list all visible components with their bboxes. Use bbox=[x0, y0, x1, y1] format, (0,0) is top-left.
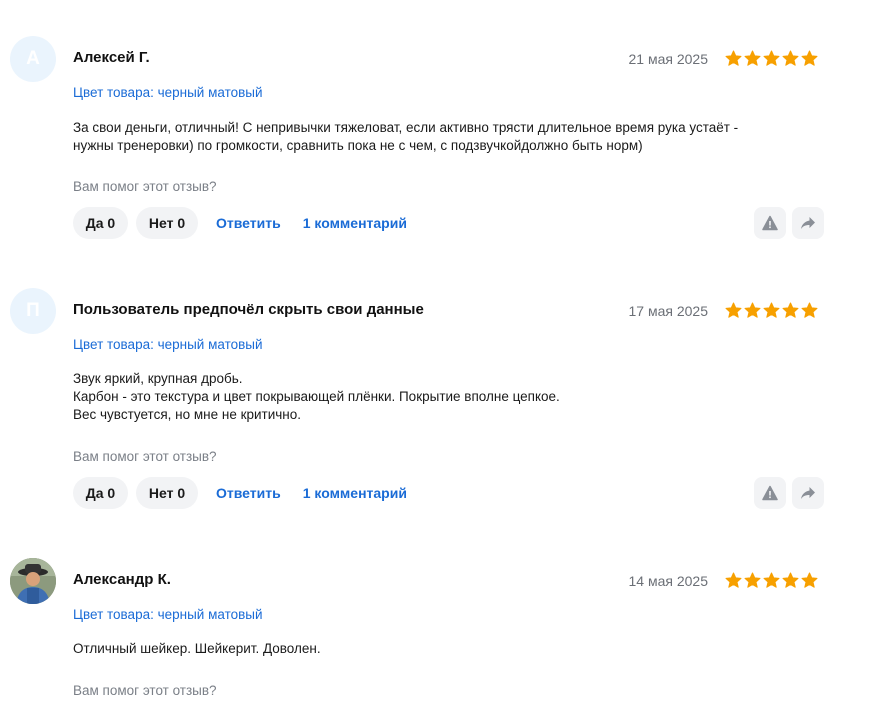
avatar bbox=[10, 558, 56, 604]
comments-link[interactable]: 1 комментарий bbox=[303, 215, 407, 231]
rating-stars bbox=[725, 50, 818, 67]
helpful-yes-button[interactable]: Да 0 bbox=[73, 207, 128, 239]
star-icon bbox=[763, 302, 780, 318]
rating-stars bbox=[725, 572, 818, 589]
share-button[interactable] bbox=[792, 477, 824, 509]
star-icon bbox=[801, 572, 818, 588]
review-actions: Да 0 Нет 0 Ответить 1 комментарий bbox=[73, 207, 419, 239]
review-actions: Да 0 Нет 0 Ответить 1 комментарий bbox=[73, 477, 419, 509]
helpful-no-button[interactable]: Нет 0 bbox=[136, 477, 198, 509]
report-button[interactable] bbox=[754, 207, 786, 239]
review-text-line: Звук яркий, крупная дробь. bbox=[73, 371, 243, 386]
review-text-line: За свои деньги, отличный! С непривычки т… bbox=[73, 120, 739, 135]
review-text-line: Карбон - это текстура и цвет покрывающей… bbox=[73, 389, 560, 404]
star-icon bbox=[782, 302, 799, 318]
star-icon bbox=[744, 572, 761, 588]
helpful-question: Вам помог этот отзыв? bbox=[73, 683, 217, 698]
review-text-line: нужны тренеровки) по громкости, сравнить… bbox=[73, 138, 643, 153]
star-icon bbox=[763, 50, 780, 66]
product-variant: Цвет товара: черный матовый bbox=[73, 607, 263, 622]
product-variant: Цвет товара: черный матовый bbox=[73, 85, 263, 100]
star-icon bbox=[744, 302, 761, 318]
star-icon bbox=[763, 572, 780, 588]
review-author: Пользователь предпочёл скрыть свои данны… bbox=[73, 301, 424, 318]
star-icon bbox=[801, 302, 818, 318]
warning-icon bbox=[762, 485, 778, 501]
product-variant: Цвет товара: черный матовый bbox=[73, 337, 263, 352]
reply-link[interactable]: Ответить bbox=[216, 215, 281, 231]
review-author: Алексей Г. bbox=[73, 49, 150, 66]
review-date: 14 мая 2025 bbox=[628, 573, 709, 589]
review-author: Александр К. bbox=[73, 571, 171, 588]
star-icon bbox=[725, 50, 742, 66]
comments-link[interactable]: 1 комментарий bbox=[303, 485, 407, 501]
helpful-yes-button[interactable]: Да 0 bbox=[73, 477, 128, 509]
avatar: А bbox=[10, 36, 56, 82]
helpful-question: Вам помог этот отзыв? bbox=[73, 449, 217, 464]
star-icon bbox=[725, 572, 742, 588]
review-date: 21 мая 2025 bbox=[628, 51, 709, 67]
share-icon bbox=[801, 487, 815, 499]
review-text: Звук яркий, крупная дробь. Карбон - это … bbox=[73, 370, 803, 424]
reply-link[interactable]: Ответить bbox=[216, 485, 281, 501]
star-icon bbox=[725, 302, 742, 318]
review-text: Отличный шейкер. Шейкерит. Доволен. bbox=[73, 640, 803, 658]
share-icon bbox=[801, 217, 815, 229]
warning-icon bbox=[762, 215, 778, 231]
review-text-line: Вес чувстуется, но мне не критично. bbox=[73, 407, 302, 422]
review-text-line: Отличный шейкер. Шейкерит. Доволен. bbox=[73, 641, 321, 656]
star-icon bbox=[782, 50, 799, 66]
star-icon bbox=[782, 572, 799, 588]
share-button[interactable] bbox=[792, 207, 824, 239]
helpful-question: Вам помог этот отзыв? bbox=[73, 179, 217, 194]
avatar: П bbox=[10, 288, 56, 334]
review-text: За свои деньги, отличный! С непривычки т… bbox=[73, 119, 803, 155]
rating-stars bbox=[725, 302, 818, 319]
star-icon bbox=[744, 50, 761, 66]
user-photo bbox=[10, 558, 56, 604]
review-date: 17 мая 2025 bbox=[628, 303, 709, 319]
report-button[interactable] bbox=[754, 477, 786, 509]
helpful-no-button[interactable]: Нет 0 bbox=[136, 207, 198, 239]
star-icon bbox=[801, 50, 818, 66]
